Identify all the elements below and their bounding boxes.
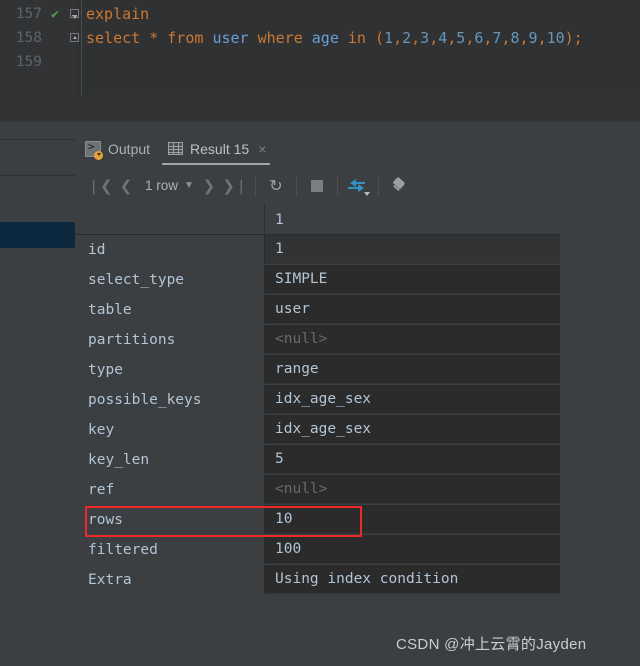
transpose-arrows-icon	[347, 178, 370, 196]
grid-icon	[168, 142, 184, 155]
code-editor[interactable]: 157 ✔ explain 158 select * from user where a…	[0, 0, 640, 95]
table-row[interactable]: filtered 100	[75, 535, 560, 565]
row-count-dropdown[interactable]: 1 row ▼	[139, 178, 196, 193]
next-page-button[interactable]: ❯	[196, 173, 222, 199]
toolbar-divider-4	[377, 175, 379, 196]
row-header-cell[interactable]: select_type	[75, 265, 265, 294]
table-row[interactable]: ref <null>	[75, 475, 560, 505]
editor-line: 158 select * from user where age in (1,2,…	[0, 26, 640, 50]
grid-corner-cell[interactable]	[75, 205, 265, 234]
code-text: explain	[86, 5, 150, 23]
value-cell[interactable]: idx_age_sex	[265, 385, 560, 414]
row-header-cell[interactable]: ref	[75, 475, 265, 504]
line-number: 159	[15, 54, 42, 70]
row-header-cell[interactable]: partitions	[75, 325, 265, 354]
tool-window-side-rail[interactable]	[0, 131, 75, 666]
table-row[interactable]: partitions <null>	[75, 325, 560, 355]
last-page-button[interactable]: ❯❘	[222, 173, 248, 199]
toolbar-divider-3	[336, 175, 338, 196]
table-row[interactable]: key_len 5	[75, 445, 560, 475]
editor-empty-area[interactable]	[0, 95, 640, 122]
row-header-cell[interactable]: rows	[75, 505, 265, 534]
row-header-cell[interactable]: table	[75, 295, 265, 324]
code-text: select * from user where age in (1,2,3,4…	[86, 29, 583, 47]
grid-column-header[interactable]: 1	[265, 205, 560, 234]
tab-output[interactable]: Output	[75, 131, 158, 166]
row-header-cell[interactable]: type	[75, 355, 265, 384]
toolbar-divider-2	[295, 175, 297, 196]
console-icon	[85, 140, 103, 160]
rail-divider-top	[0, 139, 75, 140]
value-cell[interactable]: 100	[265, 535, 560, 564]
value-cell[interactable]: user	[265, 295, 560, 324]
result-tab-bar[interactable]: Output Result 15 ×	[75, 131, 640, 166]
pin-icon	[391, 176, 407, 194]
watermark-text: CSDN @冲上云霄的Jayden	[396, 636, 587, 653]
row-header-cell[interactable]: id	[75, 235, 265, 264]
value-cell[interactable]: SIMPLE	[265, 265, 560, 294]
rail-selected-item[interactable]	[0, 222, 75, 248]
table-row[interactable]: Extra Using index condition	[75, 565, 560, 595]
rail-divider-mid	[0, 175, 75, 176]
table-row[interactable]: select_type SIMPLE	[75, 265, 560, 295]
line-number: 158	[15, 30, 42, 46]
row-count-label: 1 row	[145, 178, 179, 193]
editor-line: 157 ✔ explain	[0, 2, 640, 26]
tab-result-label: Result 15	[190, 140, 250, 157]
result-grid[interactable]: 1 id 1 select_type SIMPLE table user partitions…	[75, 205, 560, 595]
value-cell[interactable]: <null>	[265, 475, 560, 504]
row-header-cell[interactable]: filtered	[75, 535, 265, 564]
value-cell[interactable]: 1	[265, 235, 560, 264]
chevron-down-icon: ▼	[184, 180, 194, 191]
row-header-cell[interactable]: possible_keys	[75, 385, 265, 414]
value-cell[interactable]: range	[265, 355, 560, 384]
value-cell[interactable]: 10	[265, 505, 560, 534]
line-number: 157	[15, 6, 42, 22]
value-cell[interactable]: Using index condition	[265, 565, 560, 594]
previous-page-button[interactable]: ❮	[113, 173, 139, 199]
code-fold-icon[interactable]	[66, 8, 82, 21]
value-cell[interactable]: <null>	[265, 325, 560, 354]
stop-icon	[310, 179, 323, 192]
table-row[interactable]: key idx_age_sex	[75, 415, 560, 445]
table-row[interactable]: id 1	[75, 235, 560, 265]
toolbar-divider-1	[254, 175, 256, 196]
result-toolbar[interactable]: ❘❮ ❮ 1 row ▼ ❯ ❯❘ ↻	[75, 166, 640, 205]
reload-button[interactable]: ↻	[263, 173, 289, 199]
table-row[interactable]: type range	[75, 355, 560, 385]
code-fold-icon[interactable]	[66, 32, 82, 45]
value-cell[interactable]: 5	[265, 445, 560, 474]
close-icon[interactable]: ×	[258, 142, 266, 156]
table-row[interactable]: possible_keys idx_age_sex	[75, 385, 560, 415]
pin-tab-button[interactable]	[386, 173, 412, 199]
editor-line: 159	[0, 50, 640, 74]
refresh-icon: ↻	[269, 175, 283, 195]
value-cell[interactable]: idx_age_sex	[265, 415, 560, 444]
panel-splitter[interactable]	[0, 122, 640, 131]
tab-result[interactable]: Result 15 ×	[158, 131, 274, 166]
transpose-button[interactable]	[345, 173, 371, 199]
stop-button[interactable]	[304, 173, 330, 199]
tab-output-label: Output	[108, 140, 151, 157]
row-header-cell[interactable]: key	[75, 415, 265, 444]
table-row[interactable]: table user	[75, 295, 560, 325]
grid-header-row[interactable]: 1	[75, 205, 560, 235]
run-statement-icon[interactable]: ✔	[44, 8, 66, 21]
first-page-button[interactable]: ❘❮	[87, 173, 113, 199]
active-tab-underline	[162, 163, 271, 165]
database-tool-window: Output Result 15 × ❘❮ ❮ 1 row ▼ ❯ ❯❘ ↻	[0, 131, 640, 666]
row-header-cell[interactable]: key_len	[75, 445, 265, 474]
row-header-cell[interactable]: Extra	[75, 565, 265, 594]
table-row[interactable]: rows 10	[75, 505, 560, 535]
